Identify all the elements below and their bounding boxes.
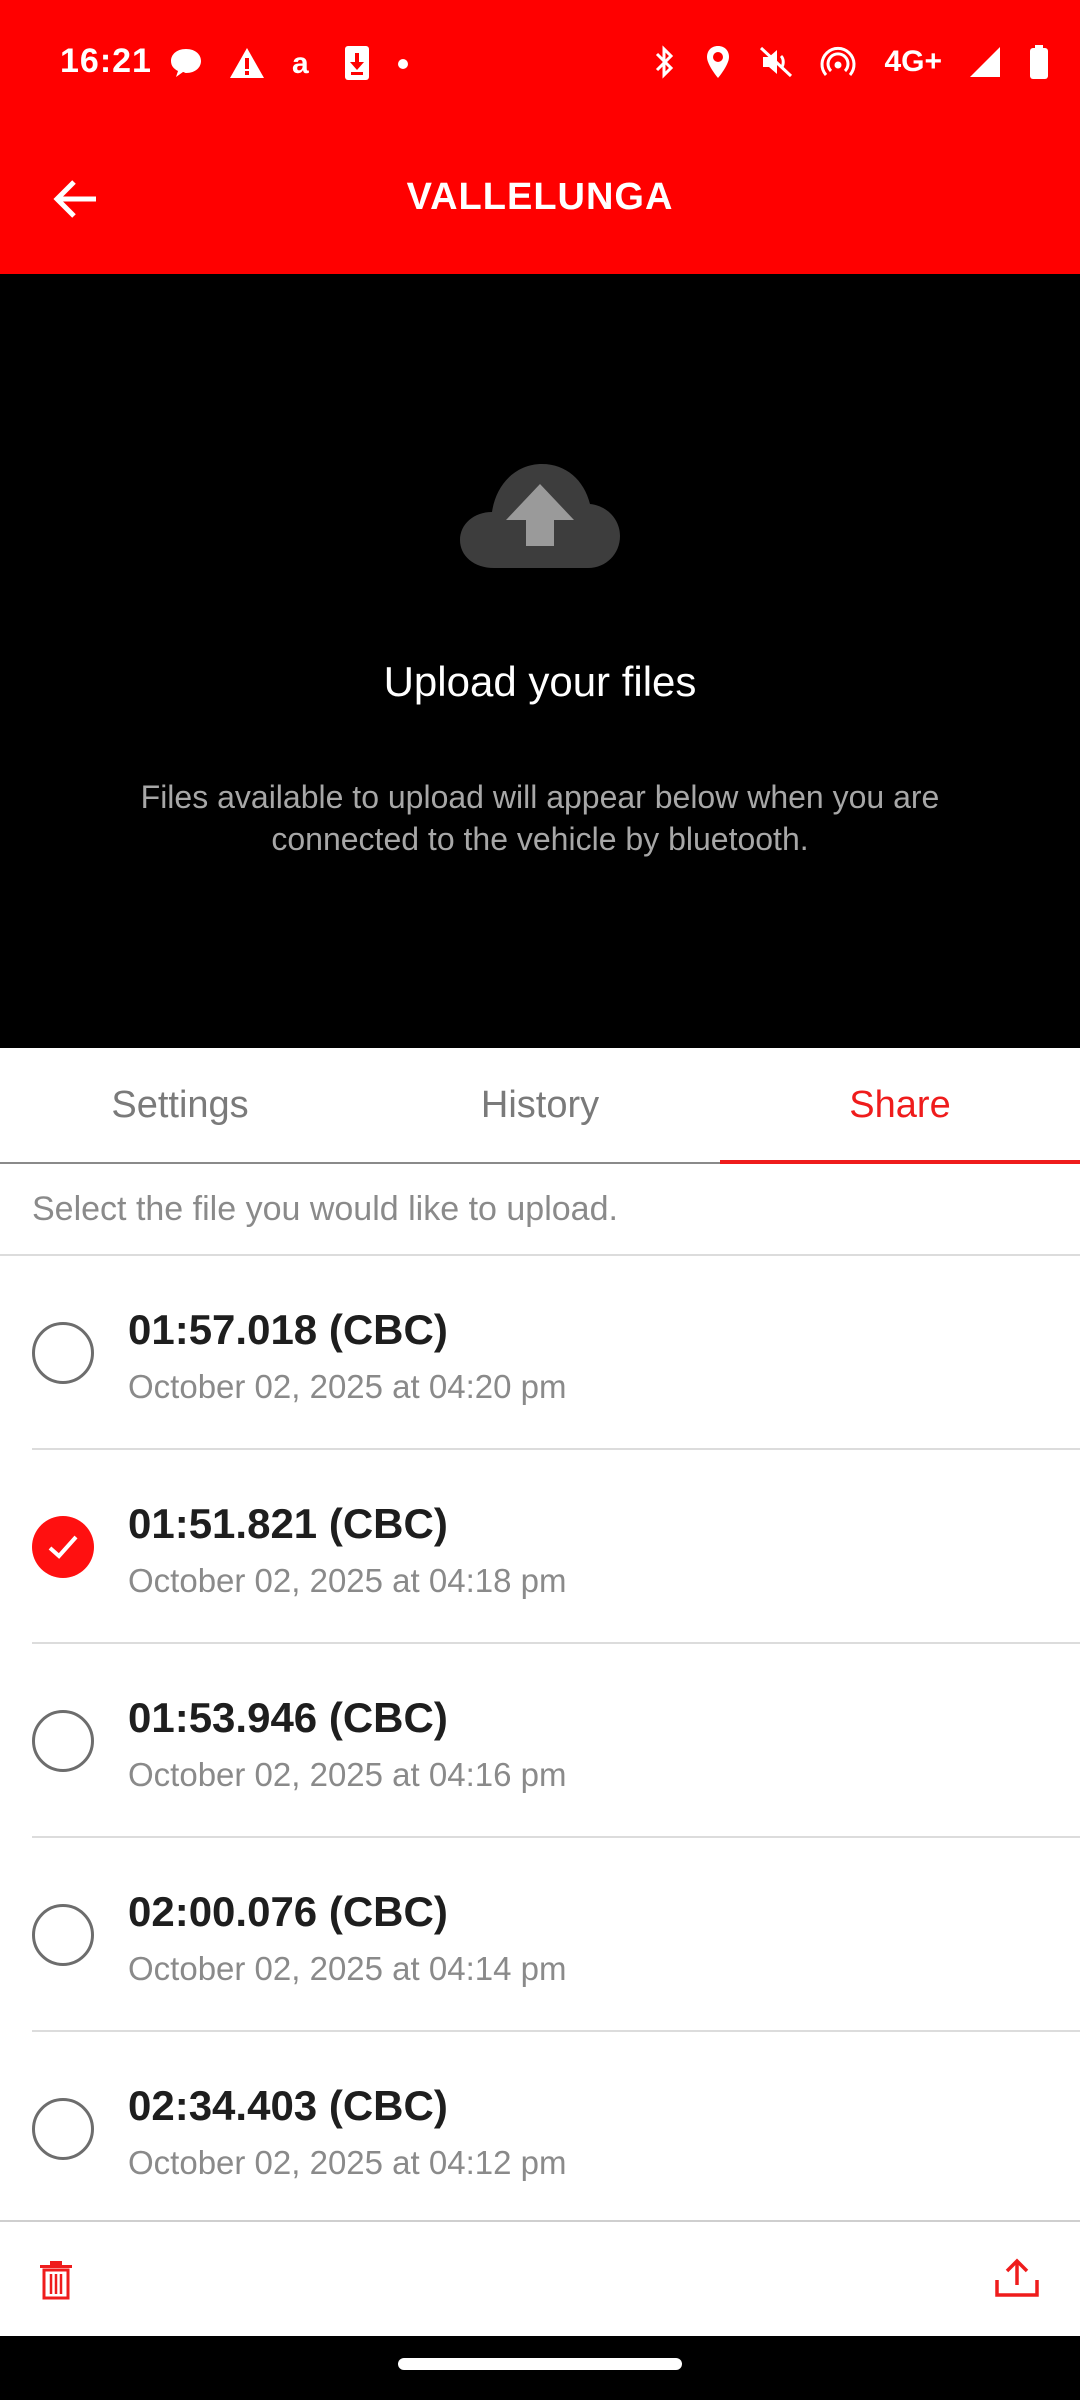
signal-icon <box>970 47 1000 77</box>
tab-history[interactable]: History <box>360 1048 720 1162</box>
list-item[interactable]: 01:53.946 (CBC) October 02, 2025 at 04:1… <box>0 1644 1080 1838</box>
radio-button[interactable] <box>32 1322 94 1384</box>
tab-settings[interactable]: Settings <box>0 1048 360 1162</box>
status-time: 16:21 <box>60 42 152 80</box>
file-date: October 02, 2025 at 04:16 pm <box>128 1756 567 1793</box>
status-bar: 16:21 a 4G+ <box>0 0 1080 128</box>
hotspot-icon <box>820 46 856 76</box>
radio-button[interactable] <box>32 2098 94 2160</box>
list-item[interactable]: 02:00.076 (CBC) October 02, 2025 at 04:1… <box>0 1838 1080 2032</box>
file-date: October 02, 2025 at 04:20 pm <box>128 1368 567 1405</box>
file-lap-time: 02:00.076 (CBC) <box>128 1888 448 1935</box>
bottom-toolbar <box>0 2220 1080 2338</box>
tab-share[interactable]: Share <box>720 1048 1080 1164</box>
select-file-hint: Select the file you would like to upload… <box>32 1190 618 1228</box>
file-lap-time: 01:57.018 (CBC) <box>128 1306 448 1353</box>
cloud-upload-icon <box>460 464 620 568</box>
dot-icon <box>398 59 408 69</box>
file-date: October 02, 2025 at 04:12 pm <box>128 2144 567 2181</box>
radio-button-selected[interactable] <box>32 1516 94 1578</box>
download-icon <box>345 46 369 80</box>
upload-description: Files available to upload will appear be… <box>140 779 940 857</box>
home-gesture-handle[interactable] <box>398 2358 682 2370</box>
delete-button[interactable] <box>38 2260 74 2305</box>
list-item[interactable]: 02:34.403 (CBC) October 02, 2025 at 04:1… <box>0 2032 1080 2226</box>
checkmark-icon <box>48 1535 78 1559</box>
network-type: 4G+ <box>884 45 942 78</box>
location-icon <box>707 46 730 78</box>
upload-share-button[interactable] <box>994 2258 1040 2303</box>
top-bar: 16:21 a 4G+ VALLELUNGA <box>0 0 1080 274</box>
battery-icon <box>1030 45 1048 79</box>
list-item[interactable]: 01:51.821 (CBC) October 02, 2025 at 04:1… <box>0 1450 1080 1644</box>
system-nav-bar <box>0 2336 1080 2400</box>
file-lap-time: 02:34.403 (CBC) <box>128 2082 448 2129</box>
notification-icons: a <box>168 44 410 82</box>
upload-hero: Upload your files Files available to upl… <box>0 274 1080 1048</box>
tab-bar: Settings History Share <box>0 1048 1080 1164</box>
file-date: October 02, 2025 at 04:18 pm <box>128 1562 567 1599</box>
svg-text:a: a <box>292 47 309 80</box>
trash-icon <box>40 2261 72 2300</box>
warning-icon <box>230 48 264 78</box>
upload-title: Upload your files <box>383 658 697 705</box>
file-lap-time: 01:51.821 (CBC) <box>128 1500 448 1547</box>
system-icons: 4G+ <box>652 44 1050 80</box>
page-title: VALLELUNGA <box>406 176 674 218</box>
file-list: 01:57.018 (CBC) October 02, 2025 at 04:2… <box>0 1256 1080 2226</box>
radio-button[interactable] <box>32 1710 94 1772</box>
radio-button[interactable] <box>32 1904 94 1966</box>
file-date: October 02, 2025 at 04:14 pm <box>128 1950 567 1987</box>
file-lap-time: 01:53.946 (CBC) <box>128 1694 448 1741</box>
amazon-icon: a <box>292 47 309 80</box>
list-item[interactable]: 01:57.018 (CBC) October 02, 2025 at 04:2… <box>0 1256 1080 1450</box>
chat-bubble-icon <box>171 49 201 77</box>
mute-icon <box>760 46 793 78</box>
upload-share-icon <box>995 2258 1039 2297</box>
bluetooth-icon <box>656 45 674 79</box>
